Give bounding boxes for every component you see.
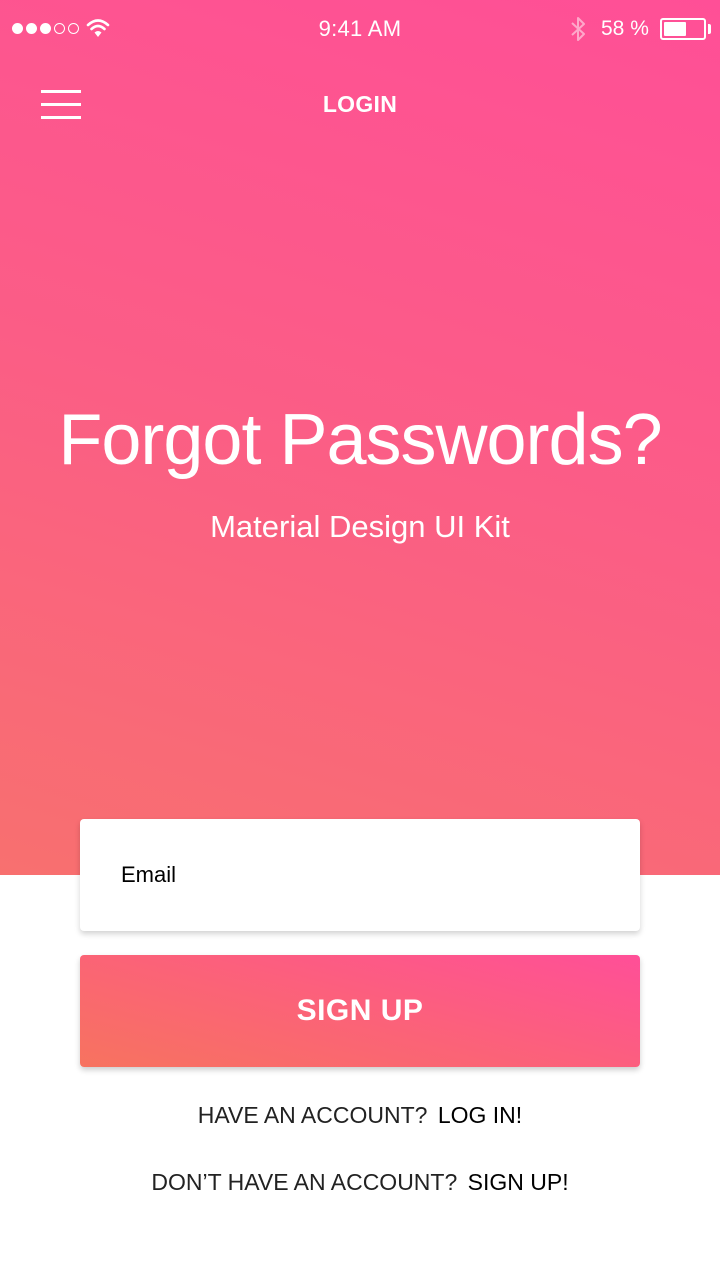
no-account-row: DON’T HAVE AN ACCOUNT? SIGN UP!	[0, 1169, 720, 1196]
email-field[interactable]	[80, 819, 640, 931]
battery-icon	[660, 18, 706, 40]
bluetooth-icon	[571, 17, 585, 41]
status-bar: 9:41 AM 58 %	[0, 0, 720, 58]
have-account-text: HAVE AN ACCOUNT?	[197, 1102, 428, 1128]
hero-title: Forgot Passwords?	[58, 400, 662, 480]
battery-tip	[708, 24, 711, 34]
no-account-text: DON’T HAVE AN ACCOUNT?	[151, 1169, 458, 1195]
sign-up-link[interactable]: SIGN UP!	[468, 1169, 569, 1195]
have-account-row: HAVE AN ACCOUNT? LOG IN!	[0, 1102, 720, 1129]
hero-subtitle: Material Design UI Kit	[210, 509, 510, 544]
log-in-link[interactable]: LOG IN!	[438, 1102, 522, 1128]
battery-percent: 58 %	[601, 17, 649, 40]
sign-up-button[interactable]: SIGN UP	[80, 955, 640, 1067]
page-title: LOGIN	[322, 91, 398, 117]
